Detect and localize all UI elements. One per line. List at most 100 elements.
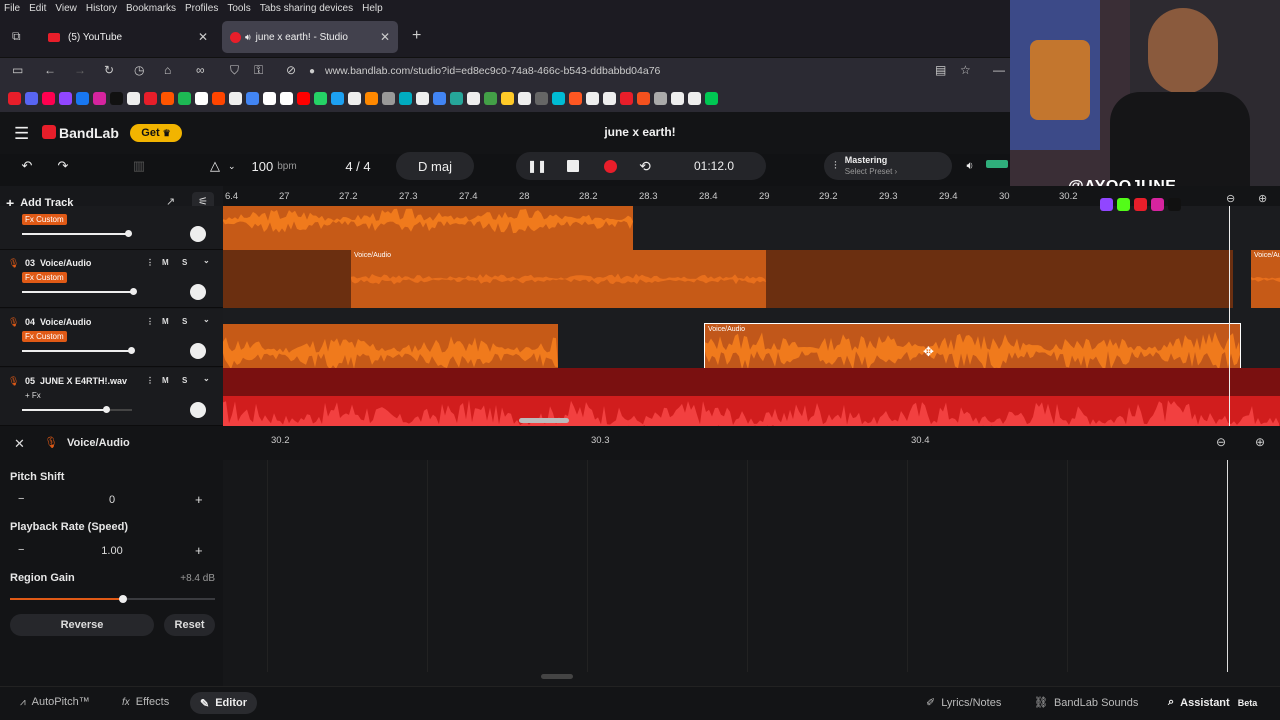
bookmark-icon[interactable] — [671, 91, 684, 105]
volume-handle[interactable] — [127, 347, 135, 354]
reverse-button[interactable]: Reverse — [10, 614, 154, 636]
extension-icon[interactable]: ∞ — [196, 63, 205, 77]
playhead[interactable] — [1229, 206, 1230, 426]
fx-badge[interactable]: Fx Custom — [22, 331, 67, 342]
time-signature[interactable]: 4 / 4 — [330, 152, 386, 180]
bookmark-icon[interactable] — [297, 91, 310, 105]
track-lane[interactable]: Voice/Audio — [223, 309, 1280, 382]
bookmark-icon[interactable] — [59, 91, 72, 105]
volume-handle[interactable] — [124, 230, 132, 237]
zoom-out-icon[interactable]: ⊖ — [1216, 435, 1226, 449]
bookmark-icon[interactable] — [433, 91, 446, 105]
bookmark-icon[interactable] — [195, 91, 208, 105]
audio-region[interactable] — [223, 206, 633, 250]
track-header[interactable]: Fx Custom — [0, 206, 223, 250]
volume-slider[interactable] — [22, 409, 132, 411]
more-icon[interactable]: ⋮ — [146, 317, 154, 326]
bookmark-icon[interactable] — [382, 91, 395, 105]
hamburger-menu-icon[interactable]: ☰ — [14, 124, 29, 144]
track-header[interactable]: 🎙︎ 05 JUNE X E4RTH!.wav ⋮ M S ⌄ + Fx — [0, 368, 223, 426]
bookmark-icon[interactable] — [501, 91, 514, 105]
bookmark-icon[interactable] — [705, 91, 718, 105]
bookmark-icon[interactable] — [569, 91, 582, 105]
editor-playhead[interactable] — [1227, 460, 1228, 672]
editor-scrollbar[interactable] — [541, 674, 573, 679]
minus-icon[interactable]: − — [18, 493, 24, 505]
reset-button[interactable]: Reset — [164, 614, 215, 636]
track-lane[interactable] — [223, 368, 1280, 426]
bookmark-icon[interactable] — [178, 91, 191, 105]
bookmark-icon[interactable] — [620, 91, 633, 105]
bookmark-icon[interactable] — [399, 91, 412, 105]
bookmark-icon[interactable] — [314, 91, 327, 105]
tab-studio[interactable]: 🔊︎ june x earth! - Studio ✕ — [222, 21, 398, 53]
volume-slider[interactable] — [22, 350, 132, 352]
bookmark-star-icon[interactable]: ☆ — [960, 63, 971, 77]
audio-region[interactable]: Voice/Audio — [1251, 250, 1280, 308]
bookmark-icon[interactable] — [450, 91, 463, 105]
more-icon[interactable]: ⋮ — [146, 376, 154, 385]
bookmark-icon[interactable] — [161, 91, 174, 105]
bookmark-icon[interactable] — [110, 91, 123, 105]
bookmark-icon[interactable] — [688, 91, 701, 105]
chevron-down-icon[interactable]: ⌄ — [203, 374, 210, 383]
minimize-icon[interactable]: — — [993, 63, 1005, 77]
new-tab-icon[interactable]: + — [412, 27, 421, 45]
track-header[interactable]: 🎙︎ 03 Voice/Audio ⋮ M S ⌄ Fx Custom — [0, 250, 223, 308]
project-title[interactable]: june x earth! — [560, 125, 720, 139]
horizontal-scrollbar[interactable] — [519, 418, 569, 423]
bookmark-icon[interactable] — [348, 91, 361, 105]
menu-bookmarks[interactable]: Bookmarks — [126, 3, 176, 14]
close-tab-icon[interactable]: ✕ — [198, 30, 208, 44]
region-editor-timeline[interactable]: 30.2 30.3 30.4 ⊖ ⊕ — [223, 426, 1280, 686]
home-icon[interactable]: ⌂ — [164, 63, 171, 77]
more-icon[interactable]: ⋮ — [146, 258, 154, 267]
solo-button[interactable]: S — [182, 258, 187, 267]
fx-badge[interactable]: + Fx — [22, 390, 44, 401]
editor-ruler[interactable]: 30.2 30.3 30.4 — [223, 426, 1280, 460]
region-gain-slider[interactable] — [10, 595, 215, 603]
track-lane[interactable]: Voice/Audio Voice/Audio — [223, 250, 1280, 308]
chevron-down-icon[interactable]: ⌄ — [203, 256, 210, 265]
bookmark-icon[interactable] — [144, 91, 157, 105]
bookmark-icon[interactable] — [127, 91, 140, 105]
bookmark-icon[interactable] — [263, 91, 276, 105]
bookmark-icon[interactable] — [637, 91, 650, 105]
zoom-out-icon[interactable]: ⊖ — [1226, 192, 1235, 205]
bandlab-sounds-tab[interactable]: ⛓ BandLab Sounds — [1034, 696, 1138, 710]
bookmark-icon[interactable] — [518, 91, 531, 105]
sidebar-icon[interactable]: ▭ — [12, 63, 23, 77]
bookmark-icon[interactable] — [76, 91, 89, 105]
menu-history[interactable]: History — [86, 3, 117, 14]
stop-icon[interactable] — [564, 152, 582, 180]
bookmark-icon[interactable] — [246, 91, 259, 105]
bookmark-icon[interactable] — [535, 91, 548, 105]
pan-knob[interactable] — [190, 343, 206, 359]
solo-button[interactable]: S — [182, 317, 187, 326]
bookmark-icon[interactable] — [212, 91, 225, 105]
get-membership-button[interactable]: Get ♛ — [130, 124, 182, 142]
track-header[interactable]: 🎙︎ 04 Voice/Audio ⋮ M S ⌄ Fx Custom — [0, 309, 223, 367]
url-bar[interactable]: ● www.bandlab.com/studio?id=ed8ec9c0-74a… — [305, 61, 895, 81]
playback-rate-value[interactable]: 1.00 — [98, 545, 126, 557]
menu-edit[interactable]: Edit — [29, 3, 46, 14]
volume-slider[interactable] — [22, 233, 132, 235]
menu-profiles[interactable]: Profiles — [185, 3, 218, 14]
forward-icon[interactable]: → — [74, 63, 86, 77]
close-editor-icon[interactable]: ✕ — [14, 436, 25, 452]
tab-youtube[interactable]: (5) YouTube ✕ — [40, 21, 216, 53]
record-icon[interactable] — [600, 152, 620, 180]
assistant-tab[interactable]: ⌕ Assistant Beta — [1168, 696, 1257, 709]
effects-tab[interactable]: fx Effects — [122, 696, 169, 708]
bookmark-icon[interactable] — [93, 91, 106, 105]
pitch-shift-value[interactable]: 0 — [108, 494, 116, 506]
pan-knob[interactable] — [190, 226, 206, 242]
menu-view[interactable]: View — [55, 3, 77, 14]
audio-region[interactable]: Voice/Audio — [351, 250, 766, 308]
back-icon[interactable]: ← — [44, 63, 56, 77]
lyrics-notes-tab[interactable]: ✐ Lyrics/Notes — [926, 696, 1001, 710]
tracking-protection-icon[interactable]: ⊘ — [286, 63, 296, 77]
menu-tabs-sharing[interactable]: Tabs sharing devices — [260, 3, 353, 14]
reader-icon[interactable]: ▤ — [935, 63, 946, 77]
bookmark-icon[interactable] — [365, 91, 378, 105]
